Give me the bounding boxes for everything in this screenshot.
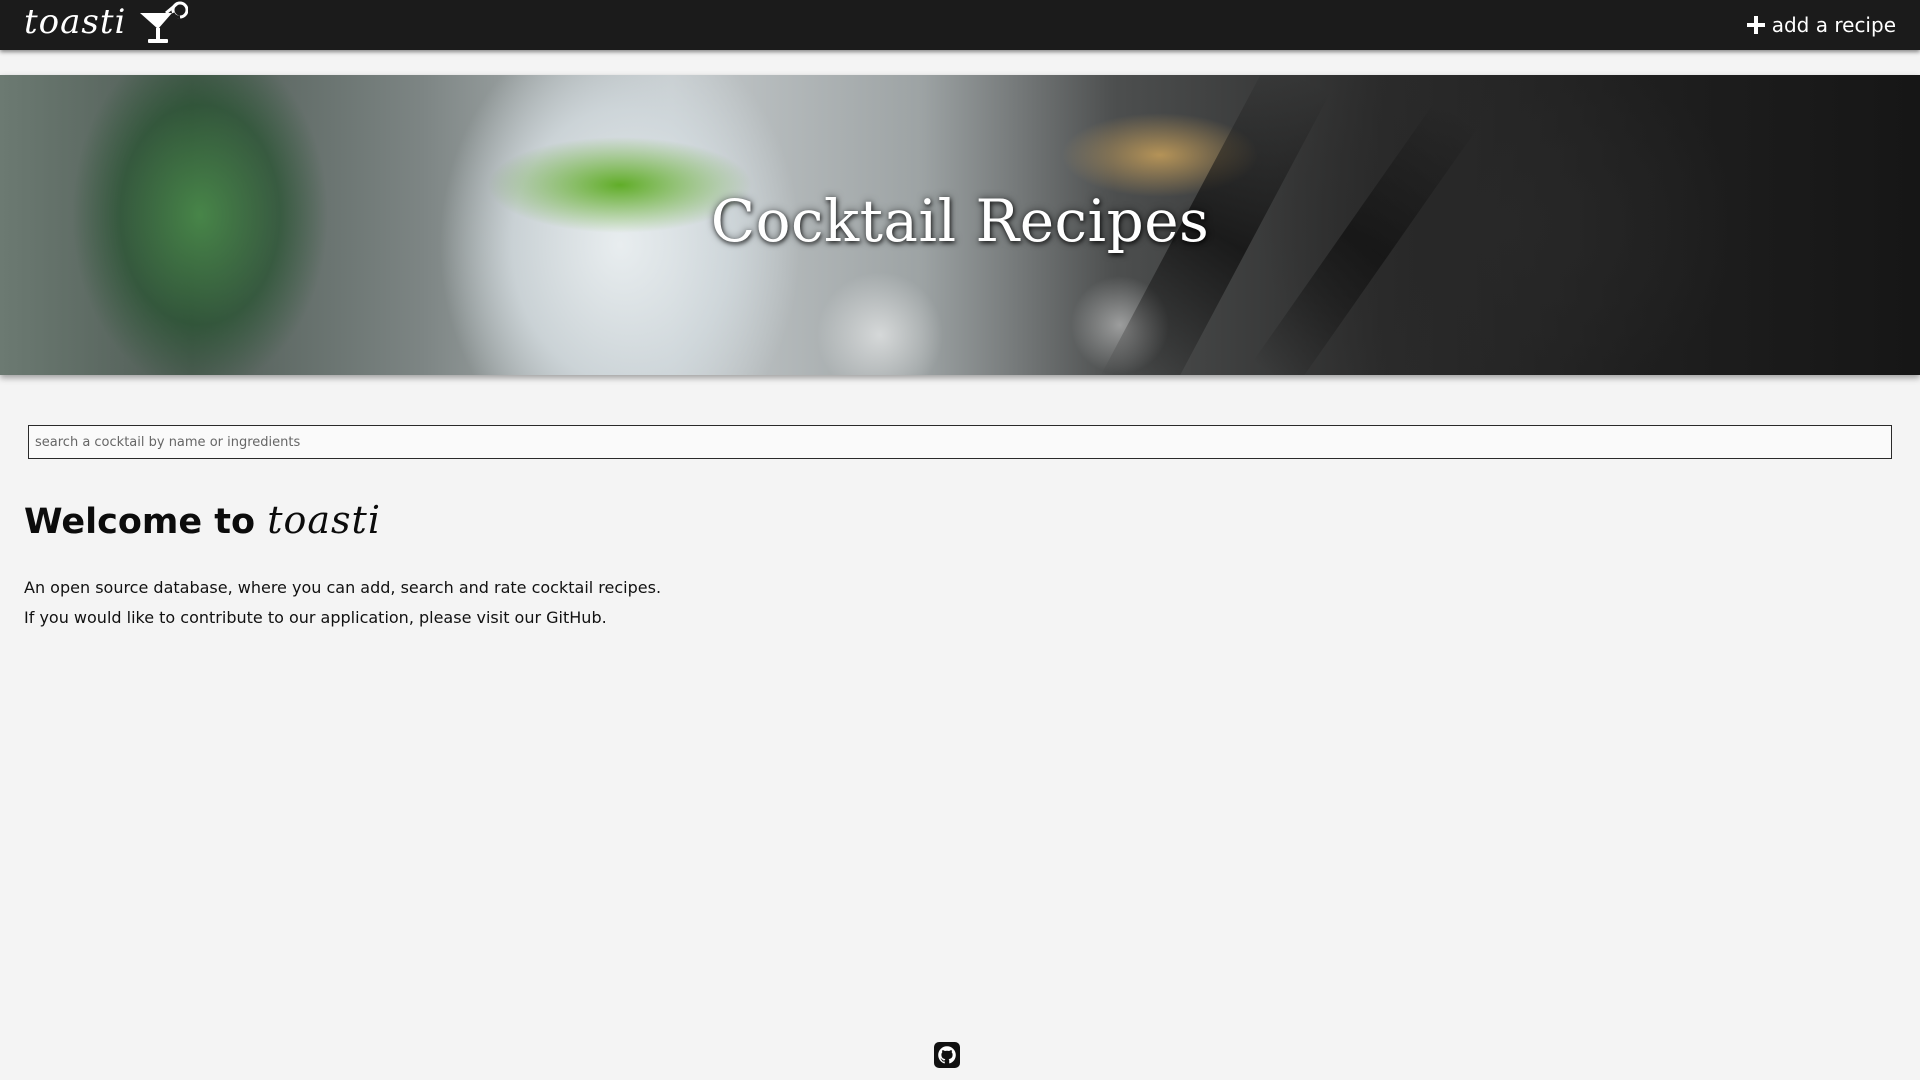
welcome-prefix: Welcome to (24, 502, 256, 542)
add-recipe-label: add a recipe (1771, 13, 1896, 37)
intro-text: An open source database, where you can a… (24, 573, 661, 633)
intro-line: If you would like to contribute to our a… (24, 608, 607, 627)
plus-icon (1746, 16, 1765, 34)
brand-name: toasti (24, 2, 127, 42)
welcome-brand: toasti (267, 498, 381, 542)
brand-home-link[interactable]: toasti (24, 0, 189, 50)
intro-line: An open source database, where you can a… (24, 578, 662, 597)
add-recipe-button[interactable]: add a recipe (1746, 0, 1896, 50)
github-icon (934, 1042, 960, 1068)
hero-banner: Cocktail Recipes (0, 75, 1920, 375)
github-link[interactable] (934, 1042, 960, 1068)
hero-title: Cocktail Recipes (710, 187, 1210, 255)
cocktail-glass-icon (140, 1, 189, 43)
search-input[interactable] (28, 425, 1892, 459)
top-navbar: toasti add a recipe (0, 0, 1920, 50)
welcome-heading: Welcome to toasti (24, 492, 381, 550)
